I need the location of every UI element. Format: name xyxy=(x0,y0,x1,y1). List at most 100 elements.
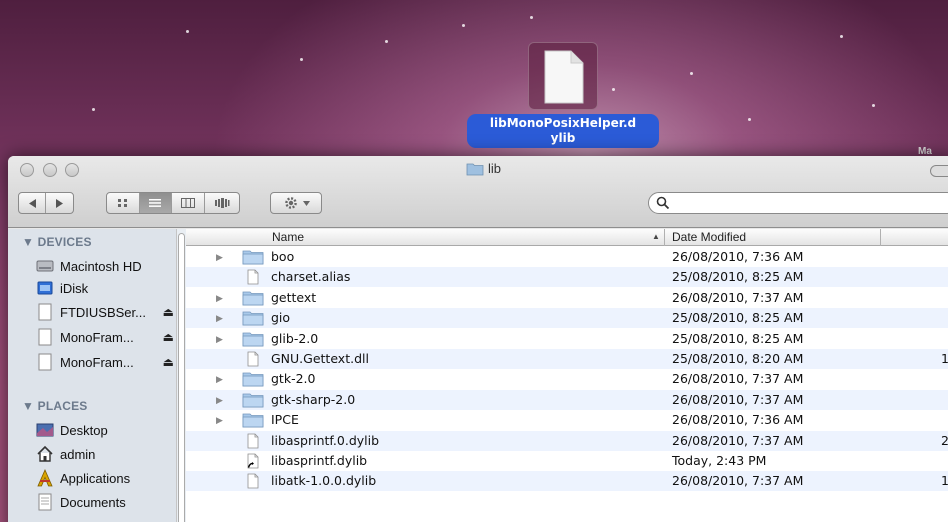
window-controls xyxy=(20,163,84,180)
file-name: charset.alias xyxy=(271,269,351,285)
zoom-button[interactable] xyxy=(65,163,80,177)
sidebar-item-monofram-1[interactable]: MonoFram... ⏏ xyxy=(36,326,176,348)
disclosure-triangle-icon[interactable]: ▶ xyxy=(216,247,223,267)
list-header: Name ▲ Date Modified xyxy=(186,229,948,246)
folder-icon xyxy=(242,250,264,265)
sidebar-scrollbar-thumb[interactable] xyxy=(178,233,185,522)
table-row[interactable]: libasprintf.dylib Today, 2:43 PM xyxy=(186,451,948,471)
sidebar-item-monofram-2[interactable]: MonoFram... ⏏ xyxy=(36,351,176,373)
sidebar-item-desktop[interactable]: Desktop xyxy=(36,419,176,441)
desktop-file-label[interactable]: libMonoPosixHelper.d ylib xyxy=(467,114,659,148)
file-name: gio xyxy=(271,310,291,326)
disclosure-triangle-icon[interactable]: ▶ xyxy=(216,308,223,328)
chevron-down-icon xyxy=(302,200,310,206)
eject-icon[interactable]: ⏏ xyxy=(163,330,176,344)
table-row[interactable]: ▶ boo 26/08/2010, 7:36 AM xyxy=(186,247,948,267)
disk-image-icon xyxy=(38,328,52,346)
table-row[interactable]: ▶ gio 25/08/2010, 8:25 AM xyxy=(186,308,948,329)
sidebar-header-devices: ▼ DEVICES xyxy=(22,235,92,249)
file-date-modified: 25/08/2010, 8:25 AM xyxy=(672,330,804,346)
window-toolbar: lib xyxy=(8,156,948,228)
table-row[interactable]: ▶ glib-2.0 25/08/2010, 8:25 AM xyxy=(186,329,948,349)
sort-ascending-icon: ▲ xyxy=(652,232,660,241)
minimize-button[interactable] xyxy=(42,163,57,177)
table-row[interactable]: ▶ gtk-2.0 26/08/2010, 7:37 AM xyxy=(186,369,948,389)
column-header-date-modified[interactable]: Date Modified xyxy=(672,230,746,244)
documents-icon xyxy=(38,493,52,511)
column-divider[interactable] xyxy=(664,229,665,246)
search-field[interactable] xyxy=(648,192,948,214)
gear-icon xyxy=(284,197,297,209)
sidebar-header-places: ▼ PLACES xyxy=(22,399,88,413)
sidebar: ▼ DEVICES Macintosh HD iDisk FTDIUSBSer.… xyxy=(8,229,186,522)
document-icon xyxy=(247,473,259,489)
forward-button[interactable] xyxy=(46,193,73,213)
desktop-file-icon[interactable] xyxy=(528,42,598,110)
close-button[interactable] xyxy=(20,163,34,177)
table-row[interactable]: GNU.Gettext.dll 25/08/2010, 8:20 AM 1 xyxy=(186,349,948,369)
forward-arrow-icon xyxy=(56,198,63,208)
column-divider[interactable] xyxy=(880,229,881,246)
folder-icon xyxy=(242,311,264,326)
disclosure-triangle-icon[interactable]: ▶ xyxy=(216,288,223,308)
file-date-modified: 25/08/2010, 8:25 AM xyxy=(672,310,804,326)
search-input[interactable] xyxy=(673,195,943,211)
column-header-name[interactable]: Name xyxy=(272,230,304,244)
sidebar-item-admin[interactable]: admin xyxy=(36,443,176,465)
disclosure-triangle-icon[interactable]: ▶ xyxy=(216,329,223,349)
disclosure-triangle-icon[interactable]: ▶ xyxy=(216,369,223,389)
file-date-modified: 25/08/2010, 8:20 AM xyxy=(672,351,804,366)
file-name: IPCE xyxy=(271,412,299,428)
view-mode-buttons xyxy=(106,192,240,214)
eject-icon[interactable]: ⏏ xyxy=(163,305,176,319)
folder-icon xyxy=(242,332,264,346)
file-name: libatk-1.0.0.dylib xyxy=(271,473,377,489)
column-view-button[interactable] xyxy=(172,193,205,213)
action-menu-inner xyxy=(271,193,321,213)
toolbar-toggle-button[interactable] xyxy=(930,165,948,177)
file-list: Name ▲ Date Modified ▶ boo 26/08/2010, 7:3… xyxy=(186,229,948,522)
file-date-modified: 26/08/2010, 7:37 AM xyxy=(672,371,804,387)
back-button[interactable] xyxy=(19,193,46,213)
coverflow-view-button[interactable] xyxy=(205,193,239,213)
file-name: boo xyxy=(271,249,295,264)
sidebar-item-idisk[interactable]: iDisk xyxy=(36,277,176,299)
sidebar-item-ftdiusbser[interactable]: FTDIUSBSer... ⏏ xyxy=(36,301,176,323)
file-date-modified: Today, 2:43 PM xyxy=(672,453,767,468)
disclosure-triangle-icon[interactable]: ▶ xyxy=(216,390,223,410)
file-date-modified: 26/08/2010, 7:36 AM xyxy=(672,249,804,264)
folder-icon xyxy=(242,393,264,408)
table-row[interactable]: charset.alias 25/08/2010, 8:25 AM xyxy=(186,267,948,288)
alias-document-icon xyxy=(247,453,259,469)
applications-icon xyxy=(37,469,53,487)
table-row[interactable]: ▶ gtk-sharp-2.0 26/08/2010, 7:37 AM xyxy=(186,389,948,410)
sidebar-item-applications[interactable]: Applications xyxy=(36,467,176,489)
file-size: 1 xyxy=(941,351,948,366)
sidebar-item-documents[interactable]: Documents xyxy=(36,491,176,513)
file-date-modified: 26/08/2010, 7:37 AM xyxy=(672,289,804,305)
document-icon xyxy=(247,269,259,285)
table-row[interactable]: libasprintf.0.dylib 26/08/2010, 7:37 AM 2 xyxy=(186,430,948,451)
file-name: gtk-2.0 xyxy=(271,371,316,387)
table-row[interactable]: libatk-1.0.0.dylib 26/08/2010, 7:37 AM 12 xyxy=(186,471,948,492)
file-date-modified: 25/08/2010, 8:25 AM xyxy=(672,269,804,285)
file-name: GNU.Gettext.dll xyxy=(271,351,369,366)
folder-icon xyxy=(466,163,484,175)
home-icon xyxy=(37,445,53,462)
file-name: libasprintf.0.dylib xyxy=(271,432,380,448)
search-icon xyxy=(656,196,670,210)
document-icon xyxy=(247,351,259,367)
table-row[interactable]: ▶ gettext 26/08/2010, 7:37 AM xyxy=(186,288,948,308)
sidebar-scrollbar[interactable] xyxy=(176,229,186,522)
file-name: gtk-sharp-2.0 xyxy=(271,391,356,407)
list-view-button[interactable] xyxy=(139,193,173,213)
list-view-icon xyxy=(149,199,162,207)
icon-view-button[interactable] xyxy=(107,193,140,213)
sidebar-item-macintosh-hd[interactable]: Macintosh HD xyxy=(36,255,176,277)
table-row[interactable]: ▶ IPCE 26/08/2010, 7:36 AM xyxy=(186,410,948,430)
disclosure-triangle-icon[interactable]: ▶ xyxy=(216,410,223,430)
action-menu-button[interactable] xyxy=(270,192,322,214)
file-name: libasprintf.dylib xyxy=(271,453,368,468)
document-icon xyxy=(247,433,259,448)
eject-icon[interactable]: ⏏ xyxy=(163,355,176,369)
